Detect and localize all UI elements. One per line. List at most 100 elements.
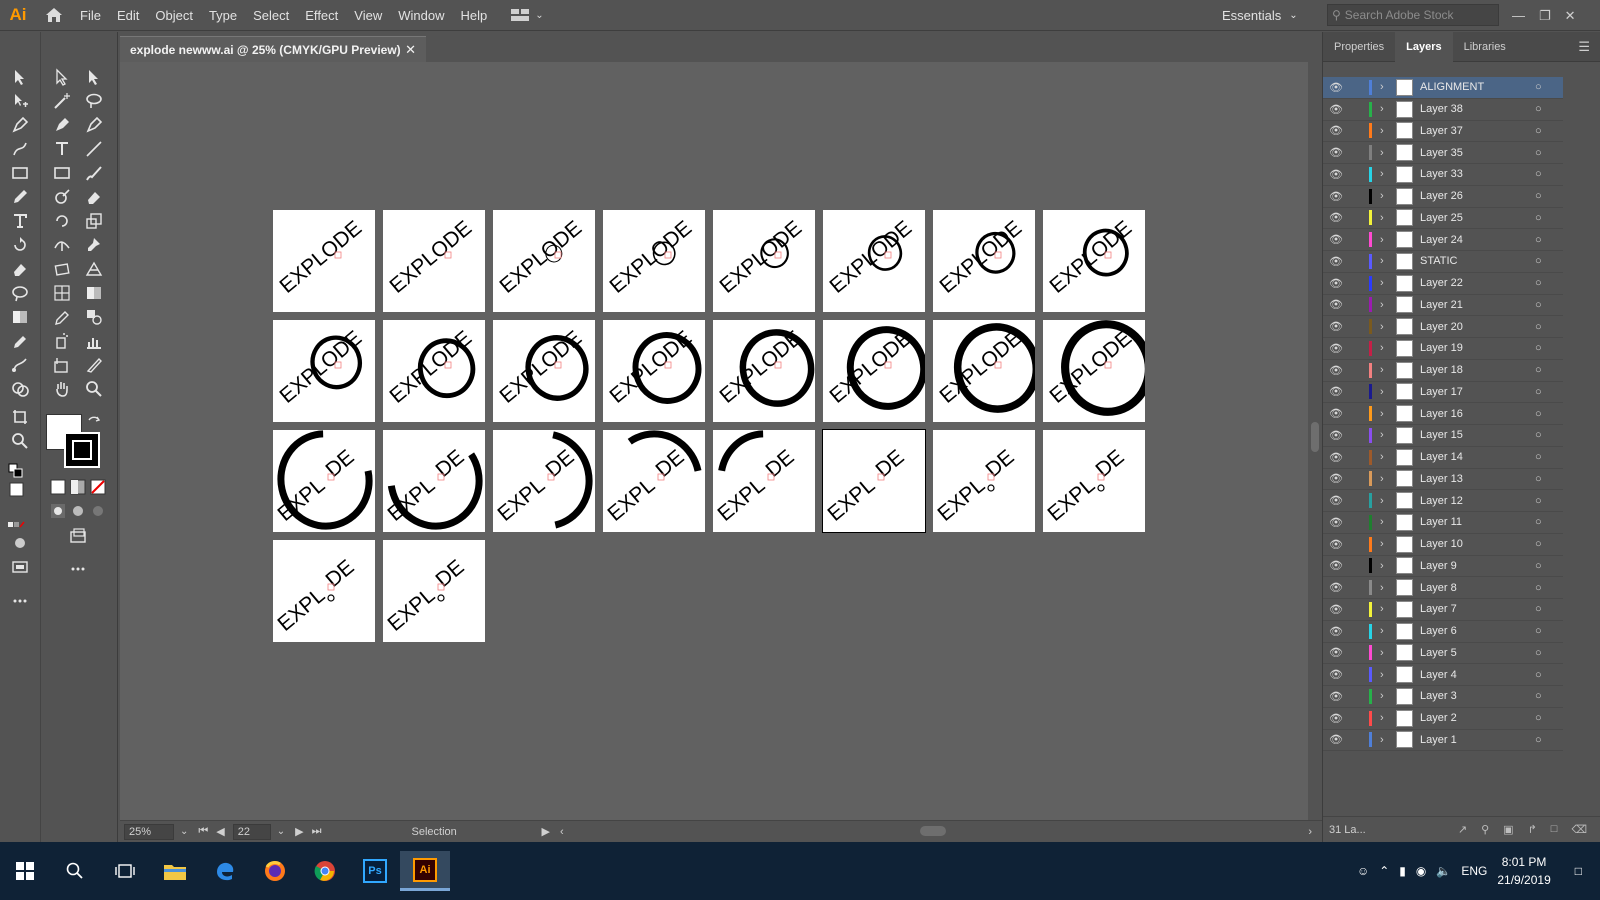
target-circle-icon[interactable]: ○ (1535, 495, 1549, 507)
expand-chevron-icon[interactable]: › (1380, 473, 1396, 485)
visibility-eye-icon[interactable]: 👁 (1323, 255, 1349, 268)
panel-menu-icon[interactable]: ☰ (1578, 39, 1590, 55)
target-circle-icon[interactable]: ○ (1535, 168, 1549, 180)
visibility-eye-icon[interactable]: 👁 (1323, 733, 1349, 746)
expand-chevron-icon[interactable]: › (1380, 538, 1396, 550)
text-tool-icon[interactable] (50, 138, 74, 160)
chevron-down-icon[interactable]: ⌄ (277, 826, 285, 837)
notifications-icon[interactable]: □ (1575, 864, 1582, 878)
artboard[interactable]: EXPLODE (933, 210, 1035, 312)
visibility-eye-icon[interactable]: 👁 (1323, 712, 1349, 725)
rectangle-shape-icon[interactable] (50, 162, 74, 184)
arrange-documents-button[interactable]: ⌄ (511, 9, 544, 21)
expand-chevron-icon[interactable]: › (1380, 408, 1396, 420)
wifi-icon[interactable]: ◉ (1416, 864, 1426, 878)
zoom-field[interactable]: 25% (124, 823, 174, 840)
layer-name[interactable]: Layer 11 (1420, 516, 1535, 528)
layer-row[interactable]: 👁 › Layer 24 ○ (1323, 229, 1563, 251)
language-indicator[interactable]: ENG (1461, 864, 1487, 878)
fill-swatch-icon[interactable] (6, 480, 30, 502)
target-circle-icon[interactable]: ○ (1535, 408, 1549, 420)
status-menu-icon[interactable]: ▶ (542, 825, 550, 838)
artboard[interactable]: EXPLODE (603, 320, 705, 422)
artboard[interactable]: EXPL DE (383, 430, 485, 532)
menu-window[interactable]: Window (390, 0, 452, 31)
layer-row[interactable]: 👁 › Layer 6 ○ (1323, 621, 1563, 643)
target-circle-icon[interactable]: ○ (1535, 669, 1549, 681)
layer-row[interactable]: 👁 › Layer 15 ○ (1323, 425, 1563, 447)
locate-object-icon[interactable]: ⚲ (1481, 823, 1489, 836)
draw-mode-icon[interactable] (8, 532, 32, 554)
menu-help[interactable]: Help (452, 0, 495, 31)
status-tool-label[interactable]: Selection (412, 826, 542, 838)
target-circle-icon[interactable]: ○ (1535, 516, 1549, 528)
visibility-eye-icon[interactable]: 👁 (1323, 690, 1349, 703)
layer-name[interactable]: Layer 19 (1420, 342, 1535, 354)
illustrator-app-icon[interactable]: Ai (400, 851, 450, 891)
layer-name[interactable]: STATIC (1420, 255, 1535, 267)
target-circle-icon[interactable]: ○ (1535, 342, 1549, 354)
layer-name[interactable]: ALIGNMENT (1420, 81, 1535, 93)
layer-name[interactable]: Layer 10 (1420, 538, 1535, 550)
layer-row[interactable]: 👁 › Layer 18 ○ (1323, 360, 1563, 382)
target-circle-icon[interactable]: ○ (1535, 734, 1549, 746)
target-circle-icon[interactable]: ○ (1535, 212, 1549, 224)
menu-type[interactable]: Type (201, 0, 245, 31)
expand-chevron-icon[interactable]: › (1380, 147, 1396, 159)
layer-row[interactable]: 👁 › Layer 19 ○ (1323, 338, 1563, 360)
expand-chevron-icon[interactable]: › (1380, 734, 1396, 746)
layer-name[interactable]: Layer 22 (1420, 277, 1535, 289)
artboard[interactable]: EXPL DE (1043, 430, 1145, 532)
layer-row[interactable]: 👁 › Layer 21 ○ (1323, 295, 1563, 317)
visibility-eye-icon[interactable]: 👁 (1323, 342, 1349, 355)
export-icon[interactable]: ↗ (1458, 823, 1467, 836)
layer-name[interactable]: Layer 17 (1420, 386, 1535, 398)
artboard[interactable]: EXPLODE (933, 320, 1035, 422)
visibility-eye-icon[interactable]: 👁 (1323, 146, 1349, 159)
artboard[interactable]: EXPL DE (383, 540, 485, 642)
layer-row[interactable]: 👁 › Layer 4 ○ (1323, 664, 1563, 686)
tab-layers[interactable]: Layers (1395, 31, 1453, 62)
expand-chevron-icon[interactable]: › (1380, 429, 1396, 441)
target-circle-icon[interactable]: ○ (1535, 647, 1549, 659)
menu-view[interactable]: View (346, 0, 390, 31)
visibility-eye-icon[interactable]: 👁 (1323, 429, 1349, 442)
target-circle-icon[interactable]: ○ (1535, 538, 1549, 550)
layer-name[interactable]: Layer 5 (1420, 647, 1535, 659)
layer-name[interactable]: Layer 12 (1420, 495, 1535, 507)
column-graph-tool-icon[interactable] (82, 330, 106, 352)
direct-selection-tool-icon[interactable] (50, 66, 74, 88)
visibility-eye-icon[interactable]: 👁 (1323, 603, 1349, 616)
knife-tool-icon[interactable] (82, 354, 106, 376)
visibility-eye-icon[interactable]: 👁 (1323, 494, 1349, 507)
expand-chevron-icon[interactable]: › (1380, 364, 1396, 376)
eyedropper-tool-icon[interactable] (8, 330, 32, 352)
menu-file[interactable]: File (72, 0, 109, 31)
visibility-eye-icon[interactable]: 👁 (1323, 298, 1349, 311)
artboard-resize-tool-icon[interactable] (8, 406, 32, 428)
target-circle-icon[interactable]: ○ (1535, 560, 1549, 572)
artboard-tool-icon[interactable] (8, 90, 32, 112)
layer-row[interactable]: 👁 › Layer 10 ○ (1323, 534, 1563, 556)
expand-chevron-icon[interactable]: › (1380, 625, 1396, 637)
layer-name[interactable]: Layer 1 (1420, 734, 1535, 746)
artboard[interactable]: EXPLODE (713, 320, 815, 422)
lasso-select-tool-icon[interactable] (82, 90, 106, 112)
menu-select[interactable]: Select (245, 0, 297, 31)
artboard[interactable]: EXPL DE (493, 430, 595, 532)
stroke-color-swatch[interactable] (64, 432, 100, 468)
stock-search-field[interactable]: ⚲ Search Adobe Stock (1327, 4, 1499, 26)
shaper-tool-icon[interactable] (50, 186, 74, 208)
free-transform-tool-icon[interactable] (50, 258, 74, 280)
target-circle-icon[interactable]: ○ (1535, 321, 1549, 333)
artboard[interactable]: EXPLODE (383, 210, 485, 312)
target-circle-icon[interactable]: ○ (1535, 277, 1549, 289)
add-anchor-tool-icon[interactable] (50, 114, 74, 136)
visibility-eye-icon[interactable]: 👁 (1323, 233, 1349, 246)
artboard[interactable]: EXPLODE (823, 210, 925, 312)
windows-start-icon[interactable] (0, 851, 50, 891)
target-circle-icon[interactable]: ○ (1535, 103, 1549, 115)
eraser-tool-icon[interactable] (8, 258, 32, 280)
layer-row[interactable]: 👁 › Layer 37 ○ (1323, 121, 1563, 143)
document-tab[interactable]: explode newww.ai @ 25% (CMYK/GPU Preview… (120, 36, 426, 62)
